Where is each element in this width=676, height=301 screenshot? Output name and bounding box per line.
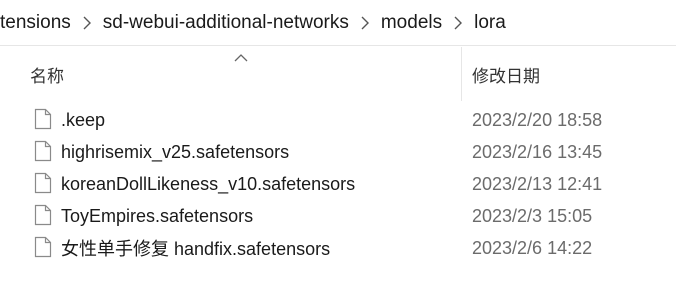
file-date-modified: 2023/2/20 18:58 bbox=[472, 109, 603, 130]
breadcrumb-item-extensions[interactable]: tensions bbox=[0, 12, 75, 34]
breadcrumb: tensions sd-webui-additional-networks mo… bbox=[0, 0, 676, 46]
breadcrumb-item-lora[interactable]: lora bbox=[470, 12, 510, 34]
chevron-right-icon[interactable] bbox=[75, 0, 99, 45]
column-header-date-modified[interactable]: 修改日期 bbox=[472, 47, 676, 101]
file-icon bbox=[34, 204, 52, 226]
column-header-name[interactable]: 名称 bbox=[30, 47, 460, 101]
file-explorer-window: tensions sd-webui-additional-networks mo… bbox=[0, 0, 676, 301]
file-name: .keep bbox=[61, 109, 106, 130]
file-icon bbox=[34, 108, 52, 130]
file-list: .keep 2023/2/20 18:58 highrisemix_v25.sa… bbox=[0, 104, 676, 264]
chevron-right-icon[interactable] bbox=[353, 0, 377, 45]
file-date-modified: 2023/2/13 12:41 bbox=[472, 173, 603, 194]
file-name: highrisemix_v25.safetensors bbox=[61, 141, 290, 162]
file-name: 女性单手修复 handfix.safetensors bbox=[61, 239, 331, 259]
file-date-modified: 2023/2/16 13:45 bbox=[472, 141, 603, 162]
file-icon bbox=[34, 172, 52, 194]
file-row-koreandolllikeness[interactable]: koreanDollLikeness_v10.safetensors 2023/… bbox=[0, 168, 676, 200]
file-date-modified: 2023/2/6 14:22 bbox=[472, 237, 593, 258]
file-row-toyempires[interactable]: ToyEmpires.safetensors 2023/2/3 15:05 bbox=[0, 200, 676, 232]
file-row-highrisemix[interactable]: highrisemix_v25.safetensors 2023/2/16 13… bbox=[0, 136, 676, 168]
chevron-right-icon[interactable] bbox=[446, 0, 470, 45]
file-row-handfix[interactable]: 女性单手修复 handfix.safetensors 2023/2/6 14:2… bbox=[0, 232, 676, 264]
file-date-modified: 2023/2/3 15:05 bbox=[472, 205, 593, 226]
file-name: ToyEmpires.safetensors bbox=[61, 205, 254, 226]
breadcrumb-item-sd-webui-additional-networks[interactable]: sd-webui-additional-networks bbox=[99, 12, 353, 34]
column-header-row: 名称 修改日期 bbox=[0, 47, 676, 101]
file-row-keep[interactable]: .keep 2023/2/20 18:58 bbox=[0, 104, 676, 136]
file-name: koreanDollLikeness_v10.safetensors bbox=[61, 173, 356, 194]
column-divider[interactable] bbox=[461, 47, 462, 101]
file-icon bbox=[34, 236, 52, 258]
file-icon bbox=[34, 140, 52, 162]
breadcrumb-item-models[interactable]: models bbox=[377, 12, 446, 34]
